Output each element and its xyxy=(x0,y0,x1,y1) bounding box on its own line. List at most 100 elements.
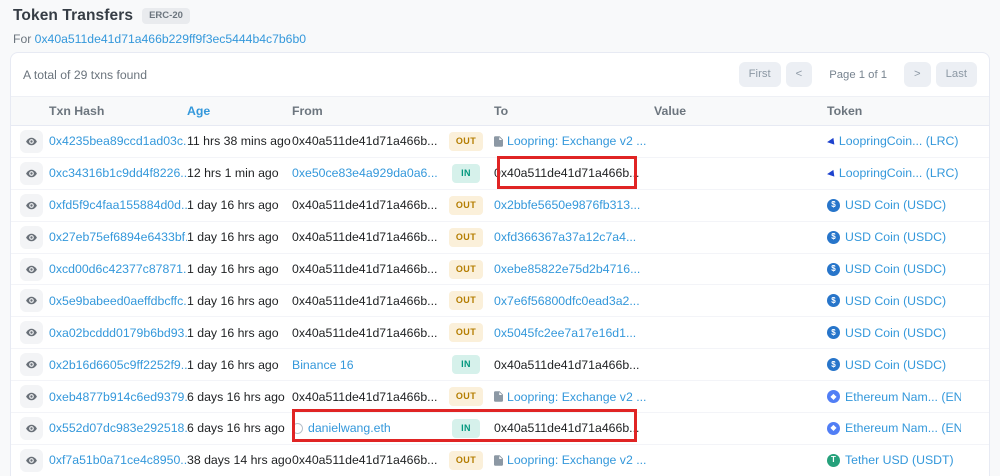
token-icon: $ xyxy=(827,326,840,339)
txn-hash-link[interactable]: 0xcd00d6c42377c87871... xyxy=(49,262,187,276)
txn-hash-link[interactable]: 0x4235bea89ccd1ad03c... xyxy=(49,134,187,148)
token-link[interactable]: ◀ LoopringCoin... (LRC) xyxy=(827,134,959,148)
token-link[interactable]: $ USD Coin (USDC) xyxy=(827,294,946,308)
to-address: 0x40a511de41d71a466b... xyxy=(494,166,639,180)
token-name: Ethereum Nam... (ENS) xyxy=(845,421,961,435)
direction-badge: OUT xyxy=(449,228,483,247)
to-address[interactable]: 0x2bbfe5650e9876fb313... xyxy=(494,198,640,212)
token-link[interactable]: $ USD Coin (USDC) xyxy=(827,198,946,212)
table-row: 0x27eb75ef6894e6433bf... 1 day 16 hrs ag… xyxy=(11,222,989,254)
from-address: 0x40a511de41d71a466b... xyxy=(292,134,437,148)
from-address: 0x40a511de41d71a466b... xyxy=(292,326,437,340)
ens-avatar-icon xyxy=(292,423,303,434)
to-address[interactable]: 0xfd366367a37a12c7a4... xyxy=(494,230,636,244)
txn-hash-link[interactable]: 0x2b16d6605c9ff2252f9... xyxy=(49,358,187,372)
pagination-prev-button[interactable]: < xyxy=(786,62,813,87)
token-name: USD Coin (USDC) xyxy=(845,294,946,308)
token-link[interactable]: $ USD Coin (USDC) xyxy=(827,326,946,340)
age-text: 1 day 16 hrs ago xyxy=(187,230,279,244)
token-icon: $ xyxy=(827,358,840,371)
preview-eye-button[interactable] xyxy=(20,226,43,249)
table-row: 0x2b16d6605c9ff2252f9... 1 day 16 hrs ag… xyxy=(11,349,989,381)
age-text: 12 hrs 1 min ago xyxy=(187,166,279,180)
pagination-last-button[interactable]: Last xyxy=(936,62,977,87)
token-link[interactable]: ◆ Ethereum Nam... (ENS) xyxy=(827,421,961,435)
direction-badge: OUT xyxy=(449,132,483,151)
preview-eye-button[interactable] xyxy=(20,130,43,153)
total-txns-text: A total of 29 txns found xyxy=(23,68,147,82)
table-row: 0xf7a51b0a71ce4c8950... 38 days 14 hrs a… xyxy=(11,445,989,476)
contract-doc-icon xyxy=(494,136,503,147)
table-row: 0x5e9babeed0aeffdbcffc... 1 day 16 hrs a… xyxy=(11,285,989,317)
token-icon: $ xyxy=(827,199,840,212)
preview-eye-button[interactable] xyxy=(20,194,43,217)
age-text: 1 day 16 hrs ago xyxy=(187,326,279,340)
preview-eye-button[interactable] xyxy=(20,385,43,408)
txn-hash-link[interactable]: 0x27eb75ef6894e6433bf... xyxy=(49,230,187,244)
age-text: 6 days 16 hrs ago xyxy=(187,421,285,435)
token-standard-badge: ERC-20 xyxy=(142,8,190,24)
preview-eye-button[interactable] xyxy=(20,162,43,185)
token-name: USD Coin (USDC) xyxy=(845,358,946,372)
pagination-page-label: Page 1 of 1 xyxy=(817,62,899,88)
token-name: LoopringCoin... (LRC) xyxy=(839,134,959,148)
direction-badge: OUT xyxy=(449,260,483,279)
to-address[interactable]: 0x5045fc2ee7a17e16d1... xyxy=(494,326,636,340)
txn-hash-link[interactable]: 0xa02bcddd0179b6bd93... xyxy=(49,326,187,340)
token-link[interactable]: $ USD Coin (USDC) xyxy=(827,230,946,244)
eye-icon xyxy=(25,231,38,244)
txn-hash-link[interactable]: 0xf7a51b0a71ce4c8950... xyxy=(49,453,187,467)
eye-icon xyxy=(25,294,38,307)
direction-badge: IN xyxy=(452,355,480,374)
preview-eye-button[interactable] xyxy=(20,321,43,344)
direction-badge: OUT xyxy=(449,196,483,215)
direction-badge: OUT xyxy=(449,323,483,342)
pagination-first-button[interactable]: First xyxy=(739,62,781,87)
token-link[interactable]: $ USD Coin (USDC) xyxy=(827,262,946,276)
eye-icon xyxy=(25,135,38,148)
eye-icon xyxy=(25,263,38,276)
from-address[interactable]: Binance 16 xyxy=(292,358,354,372)
token-name: LoopringCoin... (LRC) xyxy=(839,166,959,180)
subtitle: For 0x40a511de41d71a466b229ff9f3ec5444b4… xyxy=(13,32,1000,46)
page-title: Token Transfers xyxy=(13,7,133,25)
token-name: USD Coin (USDC) xyxy=(845,262,946,276)
eye-icon xyxy=(25,326,38,339)
token-link[interactable]: ◆ Ethereum Nam... (ENS) xyxy=(827,390,961,404)
preview-eye-button[interactable] xyxy=(20,353,43,376)
age-text: 1 day 16 hrs ago xyxy=(187,262,279,276)
eye-icon xyxy=(25,454,38,467)
token-link[interactable]: $ USD Coin (USDC) xyxy=(827,358,946,372)
txn-hash-link[interactable]: 0x5e9babeed0aeffdbcffc... xyxy=(49,294,187,308)
txn-hash-link[interactable]: 0x552d07dc983e292518... xyxy=(49,421,187,435)
preview-eye-button[interactable] xyxy=(20,289,43,312)
transfers-card: A total of 29 txns found First < Page 1 … xyxy=(10,52,990,476)
column-header-to: To xyxy=(494,104,654,118)
to-address[interactable]: 0xebe85822e75d2b4716... xyxy=(494,262,640,276)
to-address[interactable]: Loopring: Exchange v2 ... xyxy=(507,453,646,467)
txn-hash-link[interactable]: 0xc34316b1c9dd4f8226... xyxy=(49,166,187,180)
preview-eye-button[interactable] xyxy=(20,417,43,440)
direction-badge: OUT xyxy=(449,291,483,310)
token-link[interactable]: ◀ LoopringCoin... (LRC) xyxy=(827,166,959,180)
holder-address-link[interactable]: 0x40a511de41d71a466b229ff9f3ec5444b4c7b6… xyxy=(35,32,306,46)
pagination-next-button[interactable]: > xyxy=(904,62,931,87)
to-address[interactable]: 0x7e6f56800dfc0ead3a2... xyxy=(494,294,640,308)
token-name: USD Coin (USDC) xyxy=(845,230,946,244)
contract-doc-icon xyxy=(494,455,503,466)
from-address: 0x40a511de41d71a466b... xyxy=(292,294,437,308)
preview-eye-button[interactable] xyxy=(20,449,43,472)
preview-eye-button[interactable] xyxy=(20,258,43,281)
to-address[interactable]: Loopring: Exchange v2 ... xyxy=(507,390,646,404)
from-address[interactable]: 0xe50ce83e4a929da0a6... xyxy=(292,166,438,180)
subtitle-prefix: For xyxy=(13,32,31,46)
token-link[interactable]: T Tether USD (USDT) xyxy=(827,453,954,467)
column-header-age[interactable]: Age xyxy=(187,104,210,118)
from-address[interactable]: danielwang.eth xyxy=(308,421,391,435)
direction-badge: IN xyxy=(452,164,480,183)
txn-hash-link[interactable]: 0xfd5f9c4faa155884d0d... xyxy=(49,198,187,212)
token-icon: ◀ xyxy=(827,136,835,148)
from-address: 0x40a511de41d71a466b... xyxy=(292,262,437,276)
to-address[interactable]: Loopring: Exchange v2 ... xyxy=(507,134,646,148)
txn-hash-link[interactable]: 0xeb4877b914c6ed9379... xyxy=(49,390,187,404)
